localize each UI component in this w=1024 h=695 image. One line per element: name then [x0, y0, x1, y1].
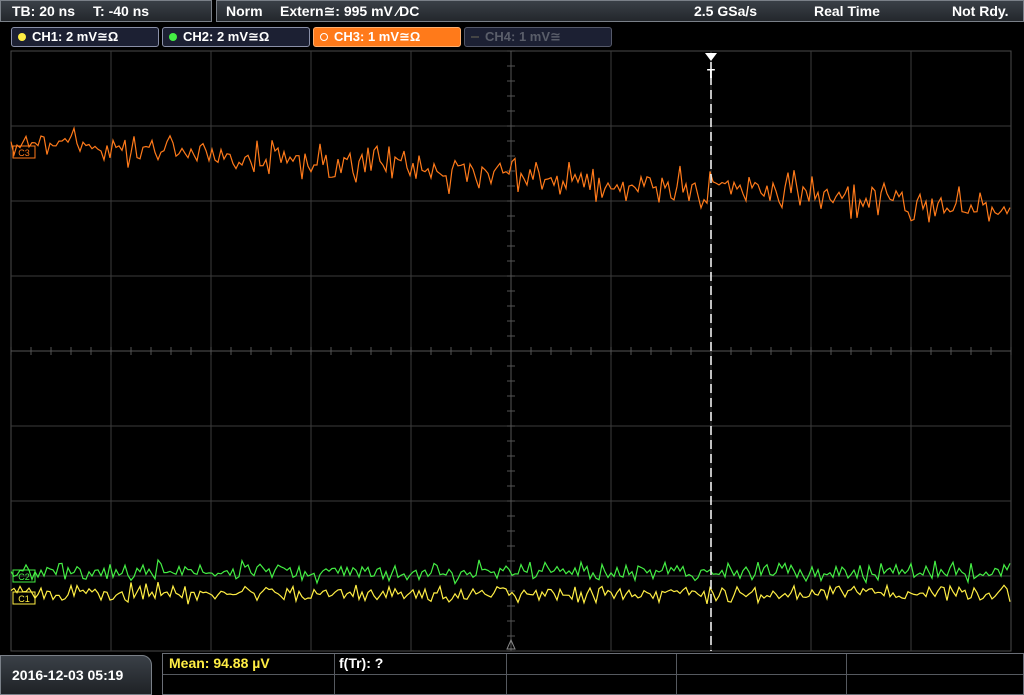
trigger-source[interactable]: Extern≅: 995 mV ⁄DC [280, 1, 419, 22]
tab-ch1[interactable]: CH1: 2 mV≅Ω [11, 27, 159, 47]
measurement-panel[interactable]: Mean: 94.88 µV f(Tr): ? [162, 653, 1024, 695]
status-bar: TB: 20 ns T: -40 ns Norm Extern≅: 995 mV … [0, 0, 1024, 24]
trigger-mode[interactable]: Norm [226, 1, 263, 22]
ch1-ref-label: C1 [18, 594, 30, 604]
datetime: 2016-12-03 05:19 [12, 667, 124, 683]
trigger-time-value: T: -40 ns [93, 3, 150, 19]
tab-ch2[interactable]: CH2: 2 mV≅Ω [162, 27, 310, 47]
ch3-ref-label: C3 [18, 148, 30, 158]
ch4-label: CH4: 1 mV≅ [485, 29, 561, 44]
datetime-box: 2016-12-03 05:19 [0, 655, 152, 695]
waveform-display[interactable]: T C3 C2 C1 [0, 50, 1024, 653]
measurement-frequency[interactable]: f(Tr): ? [339, 655, 383, 671]
ch1-indicator-icon [18, 33, 26, 41]
acquisition-mode[interactable]: Real Time [814, 1, 880, 22]
timebase-value: TB: 20 ns [12, 3, 76, 19]
ch2-ref-label: C2 [18, 572, 30, 582]
trigger-status-strip[interactable]: Norm Extern≅: 995 mV ⁄DC 2.5 GSa/s Real … [216, 0, 1024, 22]
trigger-state: Not Rdy. [952, 3, 1009, 19]
ch2-indicator-icon [169, 33, 177, 41]
ch4-indicator-icon [471, 36, 479, 38]
timebase-box[interactable]: TB: 20 ns T: -40 ns [0, 0, 212, 22]
tab-ch4[interactable]: CH4: 1 mV≅ [464, 27, 612, 47]
meas-row-divider [163, 674, 1023, 675]
tab-ch3[interactable]: CH3: 1 mV≅Ω [313, 27, 461, 47]
ch3-label: CH3: 1 mV≅Ω [334, 29, 421, 44]
ch3-indicator-icon [320, 33, 328, 41]
sample-rate[interactable]: 2.5 GSa/s [694, 1, 757, 22]
ch1-label: CH1: 2 mV≅Ω [32, 29, 119, 44]
waveform-canvas[interactable]: T C3 C2 C1 [0, 50, 1024, 653]
measurement-mean[interactable]: Mean: 94.88 µV [169, 655, 270, 671]
ch2-label: CH2: 2 mV≅Ω [183, 29, 270, 44]
trigger-marker-label: T [707, 66, 715, 81]
